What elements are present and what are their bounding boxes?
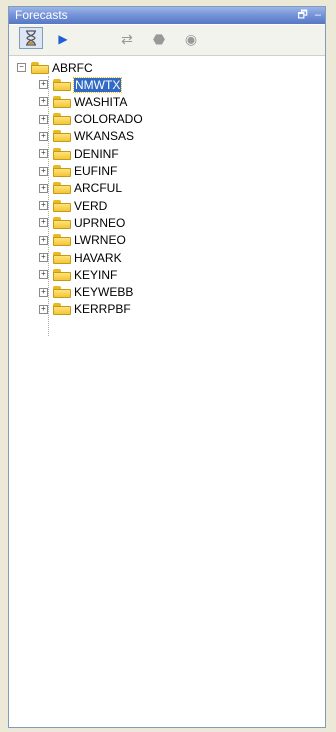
folder-icon xyxy=(53,130,71,143)
folder-icon xyxy=(53,286,71,299)
folder-icon xyxy=(53,165,71,177)
folder-icon xyxy=(53,147,71,160)
folder-icon xyxy=(53,251,71,264)
tree-item[interactable]: + HAVARK xyxy=(39,249,122,266)
expand-icon[interactable]: + xyxy=(39,166,48,176)
folder-icon xyxy=(31,61,49,74)
tree-item-label: WASHITA xyxy=(74,94,128,109)
folder-icon xyxy=(53,216,71,229)
hourglass-icon xyxy=(26,30,36,46)
tree-item-label: EUFINF xyxy=(74,164,118,178)
folder-icon xyxy=(53,95,71,108)
tree-item[interactable]: + ARCFUL xyxy=(39,180,122,197)
tree-item[interactable]: + COLORADO xyxy=(39,111,143,128)
refresh-icon: ⇄ xyxy=(121,30,133,47)
tree-item-label: KERRPBF xyxy=(74,302,131,317)
restore-button[interactable]: 🗗 xyxy=(297,9,307,21)
tree-item[interactable]: + KEYWEBB xyxy=(39,284,133,301)
run-button[interactable]: ▶ xyxy=(51,28,75,50)
folder-icon xyxy=(53,78,71,91)
tree-root[interactable]: − ABRFC xyxy=(17,59,93,76)
forecasts-toolbar: ▶ ⇄ ⬣ ◉ xyxy=(9,25,325,56)
expand-icon[interactable]: + xyxy=(39,149,48,159)
tree-item-label: NMWTX xyxy=(72,76,123,93)
tree-item-label: COLORADO xyxy=(74,112,143,127)
export-icon: ◉ xyxy=(184,30,198,47)
tree-item-label: ARCFUL xyxy=(74,181,123,196)
expand-icon[interactable]: + xyxy=(39,201,48,211)
tree-item[interactable]: + WASHITA xyxy=(39,93,127,110)
tree-item[interactable]: + EUFINF xyxy=(39,163,117,180)
panel-titlebar: Forecasts 🗗 – xyxy=(9,7,325,24)
expand-icon[interactable]: + xyxy=(39,287,48,297)
expand-icon[interactable]: + xyxy=(39,131,48,141)
tree-item-label: UPRNEO xyxy=(74,215,126,230)
expand-icon[interactable]: + xyxy=(39,304,48,314)
expand-icon[interactable]: + xyxy=(39,253,48,262)
tree-item-label: LWRNEO xyxy=(74,233,126,248)
tree-item-label: DENINF xyxy=(74,146,119,161)
tree-item-label: KEYWEBB xyxy=(74,285,134,300)
tree-root-label: ABRFC xyxy=(52,60,93,75)
tree-item-label: WKANSAS xyxy=(74,129,135,144)
tree-item[interactable]: + LWRNEO xyxy=(39,232,126,249)
tree-item-label: VERD xyxy=(74,198,108,213)
play-icon: ▶ xyxy=(58,32,68,46)
tree-item[interactable]: + DENINF xyxy=(39,145,119,162)
stop-button[interactable]: ⬣ xyxy=(147,28,171,50)
folder-icon xyxy=(53,303,71,316)
expand-icon[interactable]: + xyxy=(39,183,48,193)
tree-item[interactable]: + KERRPBF xyxy=(39,301,131,318)
panel-title: Forecasts xyxy=(15,8,68,22)
collapse-icon[interactable]: − xyxy=(17,63,26,72)
tree-item[interactable]: + KEYINF xyxy=(39,266,117,283)
expand-icon[interactable]: + xyxy=(39,97,48,107)
tree-item-label: HAVARK xyxy=(74,250,122,265)
folder-icon xyxy=(53,113,71,126)
tree-item[interactable]: + NMWTX xyxy=(39,76,123,93)
expand-icon[interactable]: + xyxy=(39,80,48,89)
expand-icon[interactable]: + xyxy=(39,114,48,124)
tree-item[interactable]: + VERD xyxy=(39,197,107,214)
folder-icon xyxy=(53,199,71,212)
expand-icon[interactable]: + xyxy=(39,235,48,245)
hourglass-button[interactable] xyxy=(19,27,43,49)
folder-icon xyxy=(53,234,71,247)
expand-icon[interactable]: + xyxy=(39,218,48,228)
export-button[interactable]: ◉ xyxy=(179,28,203,50)
tree-item-label: KEYINF xyxy=(74,267,118,282)
folder-icon xyxy=(53,268,71,281)
refresh-button[interactable]: ⇄ xyxy=(115,28,139,50)
forecasts-panel: Forecasts 🗗 – ▶ ⇄ ⬣ ◉ − ABRFC + NMWTX + … xyxy=(8,6,326,728)
tree-item[interactable]: + UPRNEO xyxy=(39,214,125,231)
minimize-button[interactable]: – xyxy=(315,9,321,21)
tree-item[interactable]: + WKANSAS xyxy=(39,128,134,145)
folder-icon xyxy=(53,182,71,195)
expand-icon[interactable]: + xyxy=(39,270,48,280)
stop-icon: ⬣ xyxy=(152,30,166,47)
